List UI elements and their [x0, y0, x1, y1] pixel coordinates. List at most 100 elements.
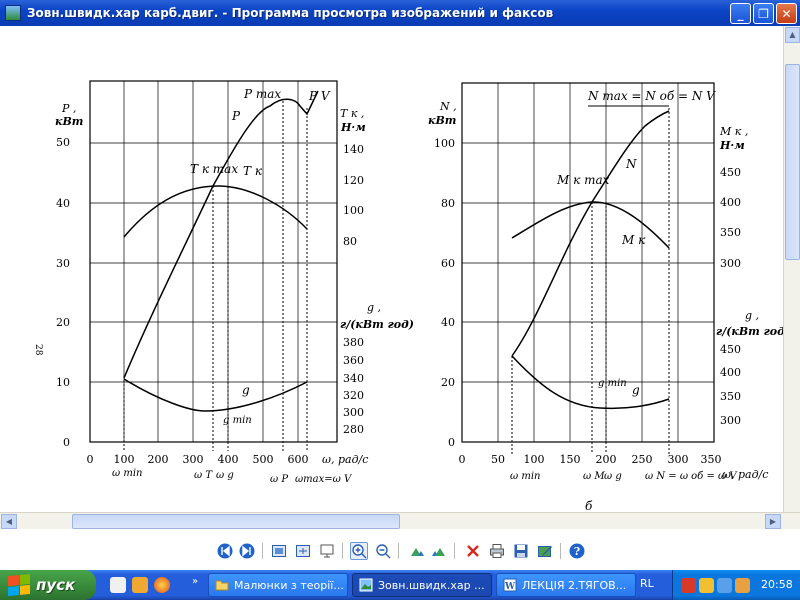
help-button[interactable]: ?	[568, 542, 586, 560]
toolbar-separator	[262, 543, 263, 559]
tray-shield-icon[interactable]	[699, 578, 714, 593]
tray-network-icon[interactable]	[717, 578, 732, 593]
language-indicator[interactable]: RL	[640, 577, 654, 590]
task-label: Малюнки з теорії...	[234, 578, 344, 592]
quicklaunch-ebay-icon[interactable]	[110, 577, 126, 593]
left-x-tick: 500	[253, 453, 274, 466]
quicklaunch-editor-icon[interactable]	[132, 577, 148, 593]
image-viewport[interactable]: P , кВт 50 40 30 20 10 0 T к , Н·м 140 1…	[0, 26, 800, 512]
vertical-scroll-thumb[interactable]	[785, 64, 800, 260]
left-p-tick: 0	[63, 436, 70, 449]
zoom-out-button[interactable]	[374, 542, 392, 560]
left-g-tick: 380	[343, 336, 364, 349]
omega-min-label: ω min	[112, 468, 142, 479]
omega-m-label: ω M	[583, 471, 605, 482]
prev-icon	[217, 543, 233, 559]
rotate-cw-icon	[411, 548, 424, 556]
label-mk-max: M к max	[556, 173, 610, 187]
left-x-tick: 0	[87, 453, 94, 466]
tray-antivirus-icon[interactable]	[681, 578, 696, 593]
left-x-tick: 300	[183, 453, 204, 466]
left-tk-tick: 100	[343, 204, 364, 217]
right-x-tick: 100	[524, 453, 545, 466]
left-p-tick: 30	[56, 257, 70, 270]
toolbar-separator	[398, 543, 399, 559]
rotate-counterclockwise-button[interactable]	[430, 542, 448, 560]
scroll-left-arrow-icon[interactable]: ◀	[1, 514, 17, 529]
left-p-axis-unit: кВт	[55, 115, 83, 128]
right-x-tick: 350	[701, 453, 722, 466]
close-button[interactable]: ✕	[776, 3, 797, 24]
task-image-viewer[interactable]: Зовн.швидк.хар ...	[352, 573, 492, 597]
delete-icon	[467, 545, 479, 557]
previous-image-button[interactable]	[216, 542, 234, 560]
tray-messenger-icon[interactable]	[735, 578, 750, 593]
help-icon: ?	[569, 543, 585, 559]
left-p-tick: 10	[56, 376, 70, 389]
best-fit-button[interactable]	[270, 542, 288, 560]
edit-icon	[538, 546, 552, 557]
start-button[interactable]: пуск	[0, 570, 96, 600]
right-x-tick: 300	[668, 453, 689, 466]
left-g-axis-unit: г/(кВт год)	[340, 318, 414, 331]
right-n-tick: 20	[441, 376, 455, 389]
actual-size-icon	[296, 545, 310, 557]
omega-t-label: ω T	[194, 470, 213, 481]
next-image-button[interactable]	[238, 542, 256, 560]
viewer-toolbar: ?	[0, 529, 800, 570]
left-x-tick: 600	[288, 453, 309, 466]
scroll-up-arrow-icon[interactable]: ▲	[785, 27, 800, 43]
right-n-tick: 60	[441, 257, 455, 270]
print-button[interactable]	[488, 542, 506, 560]
quicklaunch-browser-icon[interactable]	[154, 577, 170, 593]
minimize-button[interactable]: _	[730, 3, 751, 24]
label-tk-max: T к max	[190, 162, 238, 176]
horizontal-scrollbar[interactable]: ◀ ▶	[0, 512, 800, 529]
maximize-button[interactable]: ❐	[753, 3, 774, 24]
task-folder[interactable]: Малюнки з теорії...	[208, 573, 348, 597]
slideshow-button[interactable]	[318, 542, 336, 560]
image-viewer-app-icon[interactable]	[5, 5, 21, 21]
print-icon	[490, 544, 504, 558]
right-n-tick: 80	[441, 197, 455, 210]
right-x-tick: 0	[459, 453, 466, 466]
left-tk-tick: 140	[343, 143, 364, 156]
right-g-tick: 450	[720, 343, 741, 356]
right-x-tick: 50	[491, 453, 505, 466]
left-tk-tick: 120	[343, 174, 364, 187]
right-g-axis-title: g ,	[745, 309, 759, 322]
label-g: g	[242, 383, 250, 397]
delete-button[interactable]	[464, 542, 482, 560]
save-button[interactable]	[512, 542, 530, 560]
left-p-tick: 20	[56, 316, 70, 329]
omega-n-label: ω N = ω об = ω V	[645, 471, 738, 482]
task-word-document[interactable]: W ЛЕКЦІЯ 2.ТЯГОВ...	[496, 573, 636, 597]
right-n-tick: 100	[434, 137, 455, 150]
vertical-scrollbar[interactable]: ▲	[783, 26, 800, 512]
left-tk-axis-title: T к ,	[340, 107, 364, 120]
left-tk-axis-unit: Н·м	[340, 121, 366, 134]
left-g-tick: 320	[343, 389, 364, 402]
toolbar-separator	[342, 543, 343, 559]
label-p: P	[231, 109, 241, 123]
figure-sub-label: б	[585, 499, 593, 512]
task-label: Зовн.швидк.хар ...	[378, 578, 485, 592]
edit-button[interactable]	[536, 542, 554, 560]
title-bar[interactable]: Зовн.швидк.хар карб.двиг. - Программа пр…	[0, 0, 800, 26]
left-p-tick: 50	[56, 136, 70, 149]
label-g-min: g min	[223, 415, 252, 426]
right-g-tick: 350	[720, 390, 741, 403]
scroll-right-arrow-icon[interactable]: ▶	[765, 514, 781, 529]
clock[interactable]: 20:58	[761, 578, 793, 591]
left-tk-tick: 80	[343, 235, 357, 248]
omega-min-label-right: ω min	[510, 471, 540, 482]
horizontal-scroll-thumb[interactable]	[72, 514, 400, 529]
quicklaunch-more-chevron-icon[interactable]: »	[192, 576, 198, 587]
start-label: пуск	[36, 576, 76, 594]
right-x-tick: 250	[632, 453, 653, 466]
left-p-tick: 40	[56, 197, 70, 210]
actual-size-button[interactable]	[294, 542, 312, 560]
zoom-in-button[interactable]	[350, 542, 368, 560]
rotate-clockwise-button[interactable]	[408, 542, 426, 560]
label-tk: T к	[243, 164, 263, 178]
